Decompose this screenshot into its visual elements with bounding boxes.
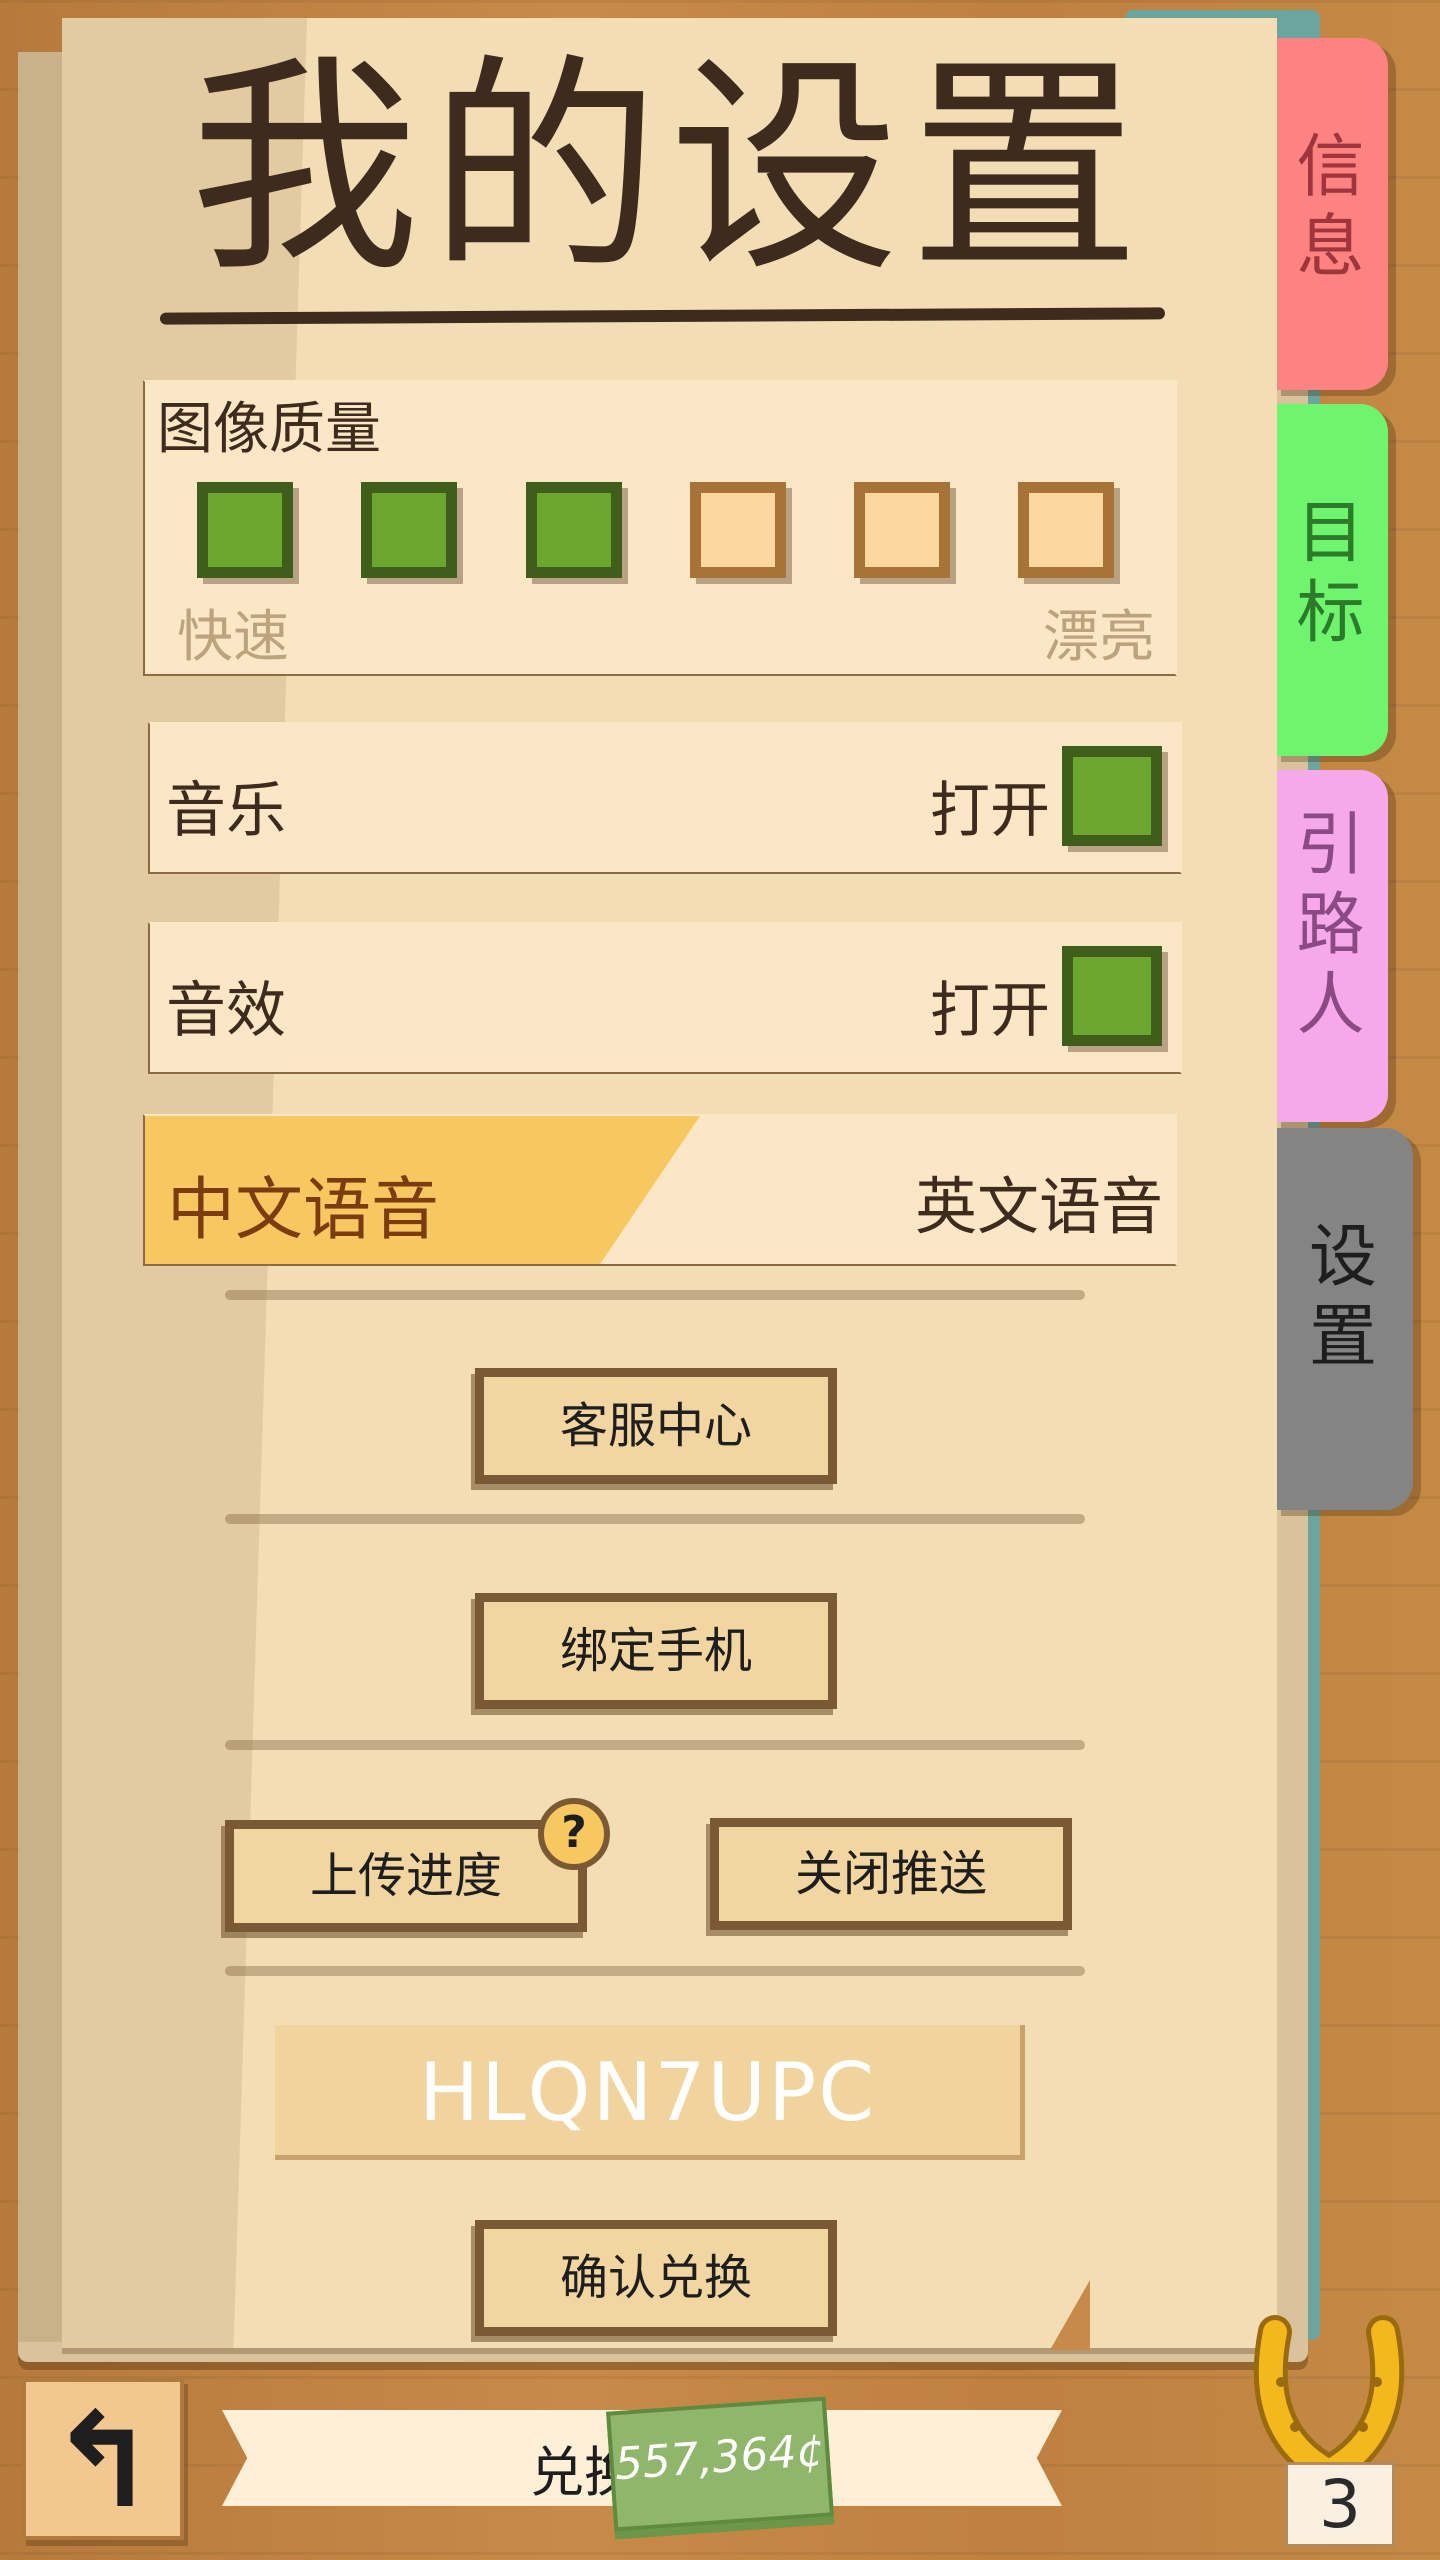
music-state: 打开: [930, 776, 1050, 846]
tab-guide[interactable]: 引 路 人: [1273, 770, 1388, 1122]
sound-effects-row: 音效 打开: [148, 922, 1182, 1074]
sound-effects-state: 打开: [930, 976, 1050, 1046]
quality-level-2-checkbox[interactable]: [361, 482, 457, 578]
cash-amount: 557,364¢: [613, 2424, 827, 2491]
voice-language-selector: 中文语音 英文语音: [143, 1114, 1177, 1266]
back-button[interactable]: ↰: [22, 2378, 184, 2540]
back-arrow-icon: ↰: [48, 2385, 158, 2537]
voice-english-option[interactable]: 英文语音: [915, 1156, 1163, 1246]
music-row: 音乐 打开: [148, 722, 1182, 874]
page-title: 我的设置: [189, 36, 1150, 303]
close-push-button[interactable]: 关闭推送: [710, 1818, 1072, 1930]
tab-settings-label: 设 置: [1308, 1218, 1377, 1377]
quality-level-6-checkbox[interactable]: [1018, 482, 1114, 578]
divider: [225, 1290, 1085, 1300]
notebook-page-edges: [18, 52, 65, 2342]
tab-goals[interactable]: 目 标: [1273, 404, 1388, 756]
level-badge: 3: [1285, 2462, 1395, 2547]
redeem-code-input[interactable]: HLQN7UPC: [275, 2025, 1025, 2160]
sound-effects-toggle[interactable]: [1062, 946, 1162, 1046]
quality-level-5-checkbox[interactable]: [854, 482, 950, 578]
quality-fast-label: 快速: [177, 605, 289, 670]
quality-level-4-checkbox[interactable]: [690, 482, 786, 578]
quality-level-1-checkbox[interactable]: [197, 482, 293, 578]
tab-guide-label: 引 路 人: [1296, 806, 1365, 1045]
tab-settings[interactable]: 设 置: [1273, 1128, 1413, 1510]
graphics-quality-label: 图像质量: [157, 397, 381, 462]
graphics-quality-panel: 图像质量 快速 漂亮: [143, 380, 1177, 676]
help-icon[interactable]: ?: [538, 1798, 610, 1870]
bind-phone-button[interactable]: 绑定手机: [475, 1593, 837, 1709]
voice-chinese-label[interactable]: 中文语音: [167, 1154, 439, 1253]
sound-effects-label: 音效: [166, 976, 286, 1046]
upload-progress-button[interactable]: 上传进度: [225, 1820, 587, 1932]
tab-info[interactable]: 信 息: [1273, 38, 1388, 390]
divider: [225, 1966, 1085, 1976]
divider: [225, 1740, 1085, 1750]
music-label: 音乐: [166, 776, 286, 846]
tab-goals-label: 目 标: [1296, 494, 1365, 653]
quality-pretty-label: 漂亮: [1043, 605, 1155, 670]
customer-service-button[interactable]: 客服中心: [475, 1368, 837, 1484]
cash-stack-icon: 557,364¢: [606, 2396, 834, 2532]
music-toggle[interactable]: [1062, 746, 1162, 846]
tab-info-label: 信 息: [1296, 128, 1365, 287]
confirm-redeem-button[interactable]: 确认兑换: [475, 2220, 837, 2336]
divider: [225, 1514, 1085, 1524]
quality-level-3-checkbox[interactable]: [526, 482, 622, 578]
